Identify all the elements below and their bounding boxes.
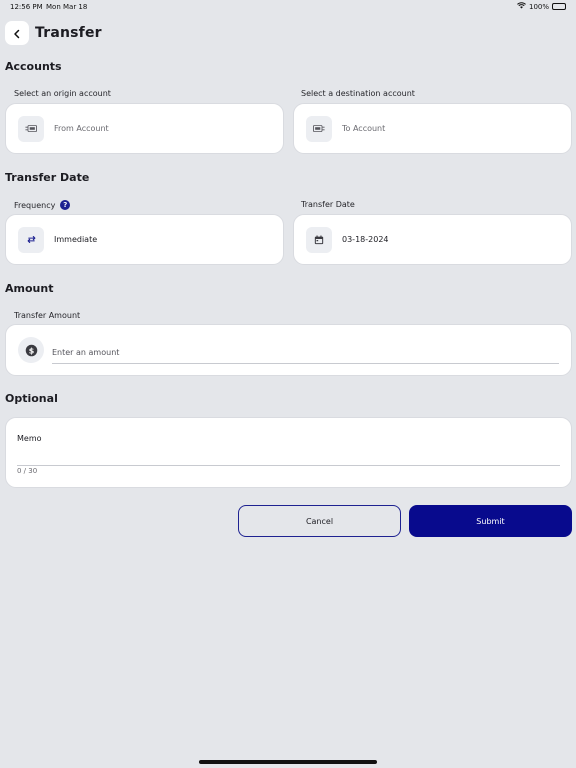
status-bar: 12:56 PM Mon Mar 18 100% [0, 0, 576, 14]
status-indicators: 100% [517, 2, 566, 11]
wifi-icon [517, 2, 526, 11]
from-account-select[interactable]: From Account [5, 103, 284, 154]
to-account-placeholder: To Account [342, 124, 386, 133]
destination-account-label: Select a destination account [301, 89, 415, 98]
accounts-section-title: Accounts [5, 60, 62, 73]
transfer-date-section-title: Transfer Date [5, 171, 90, 184]
calendar-icon [306, 226, 332, 253]
transfer-date-label: Transfer Date [301, 200, 355, 209]
frequency-label-text: Frequency [14, 200, 56, 210]
amount-placeholder: Enter an amount [52, 348, 120, 357]
frequency-select[interactable]: Immediate [5, 214, 284, 265]
home-indicator[interactable] [199, 760, 377, 764]
transfer-amount-label: Transfer Amount [14, 311, 81, 320]
battery-icon [552, 3, 566, 10]
header: Transfer [5, 21, 102, 45]
submit-button[interactable]: Submit [409, 505, 572, 537]
optional-section-title: Optional [5, 392, 58, 405]
chevron-left-icon [12, 24, 22, 43]
svg-text:$: $ [28, 346, 33, 355]
help-icon[interactable]: ? [60, 200, 71, 210]
frequency-label: Frequency ? [14, 200, 71, 210]
repeat-icon [18, 226, 44, 253]
memo-underline [17, 465, 560, 466]
page-title: Transfer [35, 25, 102, 41]
frequency-value: Immediate [54, 235, 98, 244]
amount-card: $ Enter an amount [5, 324, 572, 376]
memo-field[interactable]: Memo 0 / 30 [5, 417, 572, 488]
wallet-out-icon [18, 115, 44, 142]
memo-char-count: 0 / 30 [17, 467, 38, 475]
wallet-in-icon [306, 115, 332, 142]
status-date: Mon Mar 18 [46, 3, 88, 11]
amount-section-title: Amount [5, 282, 54, 295]
transfer-date-value: 03-18-2024 [342, 235, 389, 244]
from-account-placeholder: From Account [54, 124, 109, 133]
battery-percent: 100% [528, 2, 549, 11]
to-account-select[interactable]: To Account [293, 103, 572, 154]
back-button[interactable] [5, 21, 29, 45]
transfer-date-picker[interactable]: 03-18-2024 [293, 214, 572, 265]
dollar-icon: $ [18, 337, 44, 363]
amount-input[interactable]: Enter an amount [52, 336, 559, 364]
status-time: 12:56 PM [10, 3, 43, 11]
cancel-button[interactable]: Cancel [238, 505, 401, 537]
origin-account-label: Select an origin account [14, 89, 111, 98]
memo-label: Memo [17, 434, 42, 443]
